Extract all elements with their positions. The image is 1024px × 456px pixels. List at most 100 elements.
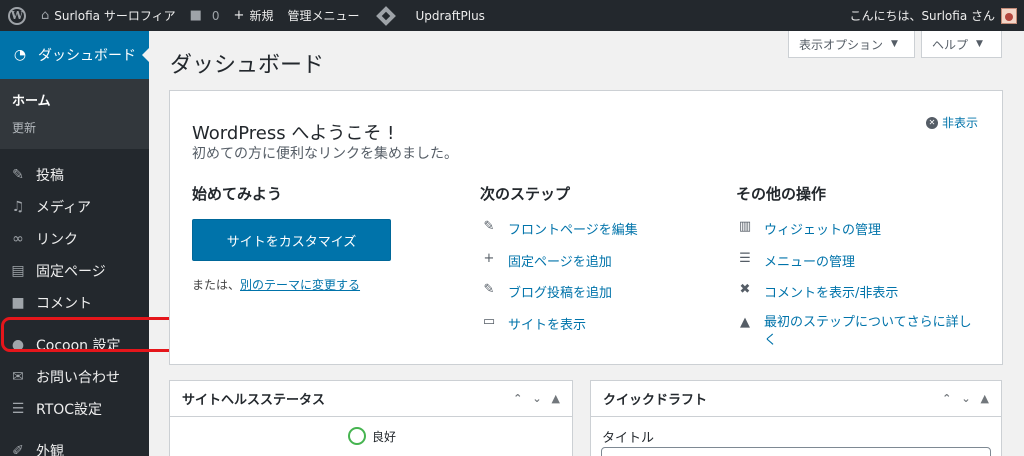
- postbox-header: クイックドラフト ⌃ ⌄ ▲: [591, 381, 1001, 417]
- comment-count: 0: [211, 8, 220, 23]
- admin-bar: W ⌂ Surlofia サーロフィア ■ 0 + 新規 管理メニュー Updr…: [0, 0, 1024, 31]
- sidebar-item-label: ダッシュボード: [38, 48, 136, 64]
- widgets-icon: ▥: [738, 219, 752, 234]
- comments-menu[interactable]: ■ 0: [183, 0, 227, 31]
- submenu-updates[interactable]: 更新: [0, 114, 149, 141]
- link-icon: ∞: [12, 231, 24, 247]
- new-content-menu[interactable]: + 新規: [227, 0, 281, 31]
- sidebar-item-label: 固定ページ: [36, 264, 106, 280]
- view-site-link[interactable]: ▭ サイトを表示: [480, 314, 720, 346]
- add-page-link[interactable]: + 固定ページを追加: [480, 251, 720, 283]
- status-circle-icon: [348, 427, 366, 445]
- submenu-home[interactable]: ホーム: [0, 85, 149, 114]
- toggle-comments-link[interactable]: ✖ コメントを表示/非表示: [736, 282, 984, 314]
- site-name: Surlofia サーロフィア: [54, 9, 176, 23]
- site-name-menu[interactable]: ⌂ Surlofia サーロフィア: [34, 0, 183, 31]
- dismiss-label: 非表示: [941, 116, 978, 130]
- site-health-postbox: サイトヘルスステータス ⌃ ⌄ ▲ 良好: [169, 380, 573, 456]
- postbox-controls: ⌃ ⌄ ▲: [513, 392, 572, 405]
- updraftplus-menu[interactable]: UpdraftPlus: [366, 0, 491, 31]
- toggle-panel-icon[interactable]: ▲: [981, 392, 989, 405]
- list-icon: ☰: [11, 401, 25, 417]
- sidebar-item-posts[interactable]: ✎ 投稿: [0, 159, 149, 191]
- move-down-icon[interactable]: ⌄: [532, 392, 541, 405]
- get-started-column: 始めてみよう サイトをカスタマイズ または、別のテーマに変更する: [192, 183, 452, 293]
- dismiss-link[interactable]: ✕ 非表示: [925, 114, 978, 131]
- add-post-link[interactable]: ✎ ブログ投稿を追加: [480, 282, 720, 314]
- manage-menus-link[interactable]: ☰ メニューの管理: [736, 251, 984, 283]
- screen-options-button[interactable]: 表示オプション ▼: [788, 31, 915, 58]
- highlight-annotation: [1, 317, 179, 352]
- sidebar-item-label: 外観: [36, 444, 64, 456]
- wordpress-logo-icon: W: [8, 6, 26, 25]
- screen-options-label: 表示オプション: [799, 37, 884, 52]
- admin-menu-link[interactable]: 管理メニュー: [280, 0, 366, 31]
- sidebar-item-appearance[interactable]: ✐ 外観: [0, 435, 149, 456]
- dashboard-submenu: ホーム 更新: [0, 79, 149, 149]
- sidebar-item-pages[interactable]: ▤ 固定ページ: [0, 255, 149, 287]
- health-status: 良好: [348, 427, 396, 445]
- column-heading: その他の操作: [736, 185, 827, 203]
- learn-icon: ▲: [740, 314, 750, 330]
- draft-title-input[interactable]: [601, 447, 991, 456]
- postbox-header: サイトヘルスステータス ⌃ ⌄ ▲: [170, 381, 572, 417]
- sidebar-item-dashboard[interactable]: ◔ ダッシュボード: [0, 31, 150, 79]
- manage-widgets-link[interactable]: ▥ ウィジェットの管理: [736, 219, 984, 251]
- wordpress-logo-menu[interactable]: W: [0, 0, 34, 31]
- close-icon: ✕: [925, 116, 938, 129]
- pin-icon: ✎: [12, 167, 24, 183]
- more-actions-column: その他の操作 ▥ ウィジェットの管理 ☰ メニューの管理 ✖ コメントを表示/非…: [736, 183, 984, 350]
- change-theme-line: または、別のテーマに変更する: [192, 276, 452, 293]
- move-down-icon[interactable]: ⌄: [961, 392, 970, 405]
- link-label: フロントページを編集: [508, 223, 638, 238]
- plus-icon: +: [233, 8, 245, 23]
- updraftplus-icon: [376, 5, 397, 26]
- admin-menu-label: 管理メニュー: [287, 9, 360, 23]
- or-text: または、: [192, 278, 241, 292]
- updraftplus-label: UpdraftPlus: [415, 8, 485, 23]
- draft-title-label: タイトル: [602, 431, 655, 446]
- dashboard-icon: ◔: [13, 47, 27, 63]
- sidebar-item-contact[interactable]: ✉ お問い合わせ: [0, 361, 149, 393]
- link-label: サイトを表示: [508, 317, 587, 333]
- edit-icon: ✎: [483, 282, 495, 297]
- caret-down-icon: ▼: [976, 39, 983, 49]
- media-icon: ♫: [11, 199, 25, 215]
- sidebar-item-comments[interactable]: ■ コメント: [0, 287, 149, 319]
- column-heading: 始めてみよう: [192, 185, 283, 203]
- page-icon: ▤: [11, 263, 25, 279]
- greeting: こんにちは、Surlofia さん: [849, 9, 995, 23]
- toggle-panel-icon[interactable]: ▲: [552, 392, 560, 405]
- link-label: ウィジェットの管理: [764, 223, 882, 238]
- postbox-controls: ⌃ ⌄ ▲: [942, 392, 1001, 405]
- link-label: 最初のステップについてさらに詳しく: [764, 314, 972, 348]
- sidebar-item-label: 投稿: [36, 168, 64, 184]
- sidebar-item-label: メディア: [36, 200, 92, 216]
- welcome-subtitle: 初めての方に便利なリンクを集めました。: [192, 146, 458, 162]
- link-label: メニューの管理: [764, 254, 856, 270]
- menu-icon: ☰: [739, 250, 751, 266]
- sidebar-item-rtoc[interactable]: ☰ RTOC設定: [0, 393, 149, 425]
- customize-site-button[interactable]: サイトをカスタマイズ: [192, 219, 391, 261]
- sidebar-item-media[interactable]: ♫ メディア: [0, 191, 149, 223]
- sidebar-item-label: お問い合わせ: [36, 370, 120, 386]
- sidebar-item-links[interactable]: ∞ リンク: [0, 223, 149, 255]
- move-up-icon[interactable]: ⌃: [942, 392, 951, 405]
- postbox-title: クイックドラフト: [603, 393, 708, 408]
- welcome-panel: WordPress へようこそ ! 初めての方に便利なリンクを集めました。 ✕ …: [169, 90, 1003, 365]
- link-label: 固定ページを追加: [508, 254, 612, 270]
- page-title: ダッシュボード: [170, 53, 325, 78]
- home-icon: ⌂: [41, 8, 50, 23]
- plus-icon: +: [483, 250, 495, 266]
- caret-down-icon: ▼: [891, 39, 898, 49]
- help-button[interactable]: ヘルプ ▼: [921, 31, 1002, 58]
- avatar: [1001, 7, 1017, 24]
- mail-icon: ✉: [12, 369, 24, 385]
- health-status-label: 良好: [372, 429, 397, 444]
- move-up-icon[interactable]: ⌃: [513, 392, 522, 405]
- my-account-menu[interactable]: こんにちは、Surlofia さん: [842, 0, 1024, 31]
- new-label: 新規: [249, 9, 274, 23]
- edit-front-page-link[interactable]: ✎ フロントページを編集: [480, 219, 720, 251]
- change-theme-link[interactable]: 別のテーマに変更する: [240, 278, 360, 292]
- learn-more-link[interactable]: ▲ 最初のステップについてさらに詳しく: [736, 314, 984, 350]
